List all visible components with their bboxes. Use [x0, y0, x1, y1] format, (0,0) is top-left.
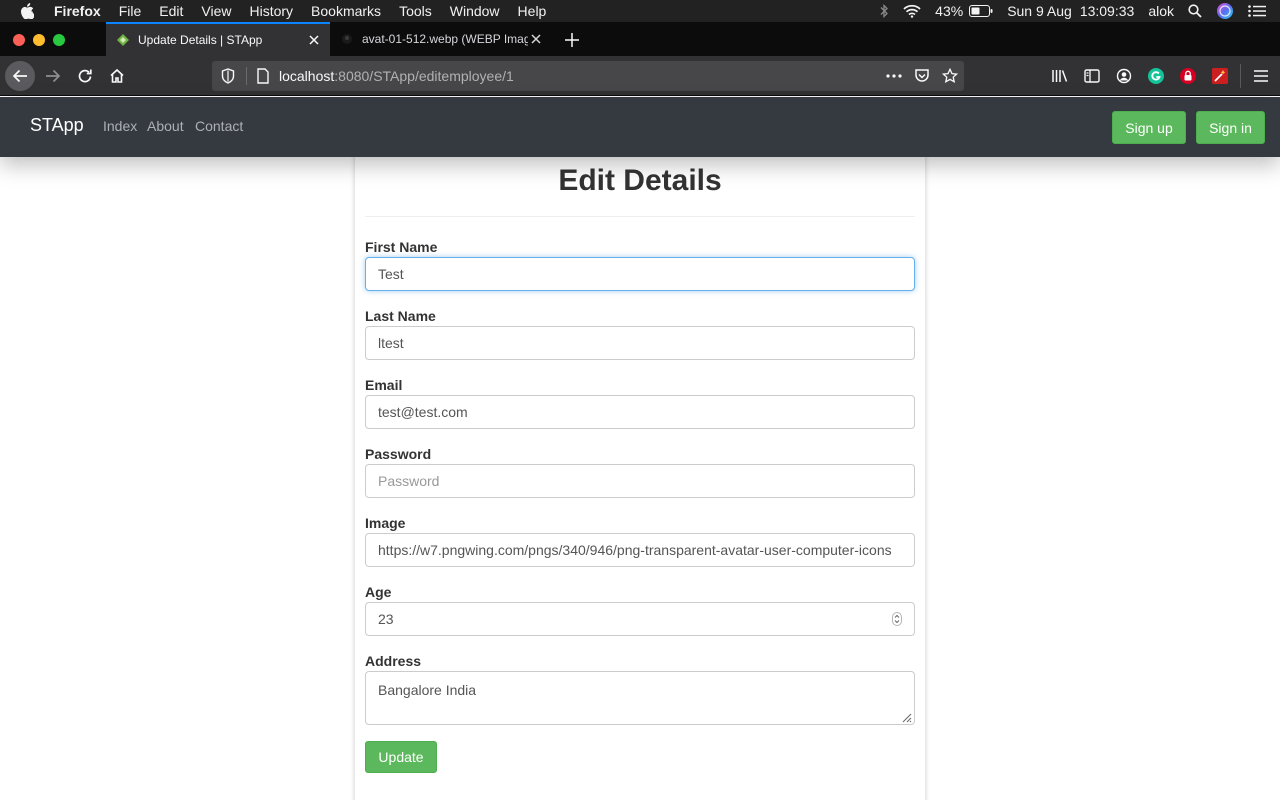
page-title: Edit Details — [558, 164, 722, 197]
nav-link-index[interactable]: Index — [103, 118, 137, 134]
age-value: 23 — [378, 611, 394, 627]
tab-close-icon[interactable] — [528, 31, 544, 47]
tracking-protection-shield-icon[interactable] — [220, 68, 236, 84]
page-actions-icon[interactable] — [886, 68, 902, 84]
menu-tools[interactable]: Tools — [399, 3, 432, 19]
site-favicon-icon — [116, 33, 130, 47]
menu-firefox[interactable]: Firefox — [54, 3, 101, 19]
menu-bookmarks[interactable]: Bookmarks — [311, 3, 381, 19]
bookmark-star-icon[interactable] — [942, 68, 958, 84]
toolbar-divider — [1240, 64, 1241, 88]
last-name-label: Last Name — [365, 308, 436, 324]
urlbar-divider — [246, 67, 247, 85]
menu-history[interactable]: History — [249, 3, 293, 19]
battery-percent: 43% — [935, 3, 964, 19]
tab-close-icon[interactable] — [306, 32, 322, 48]
window-close-button[interactable] — [13, 34, 25, 46]
reload-button[interactable] — [71, 62, 99, 90]
address-textarea[interactable]: Bangalore India — [365, 671, 915, 725]
menubar-date[interactable]: Sun 9 Aug — [1007, 3, 1072, 19]
back-button[interactable] — [5, 61, 35, 91]
update-button[interactable]: Update — [365, 741, 437, 773]
address-bar[interactable]: localhost:8080/STApp/editemployee/1 — [212, 61, 964, 91]
email-field[interactable]: test@test.com — [365, 395, 915, 429]
url-text[interactable]: localhost:8080/STApp/editemployee/1 — [279, 68, 514, 84]
sign-up-button[interactable]: Sign up — [1112, 111, 1186, 144]
account-icon[interactable] — [1110, 62, 1138, 90]
title-divider — [365, 216, 915, 217]
age-label: Age — [365, 584, 392, 600]
pocket-icon[interactable] — [914, 68, 930, 84]
number-stepper-icon[interactable] — [892, 612, 902, 626]
tab-update-details[interactable]: Update Details | STApp — [106, 22, 330, 56]
apple-logo-icon[interactable] — [20, 3, 36, 19]
site-navbar: STApp Index About Contact Sign up Sign i… — [0, 97, 1280, 157]
siri-icon[interactable] — [1216, 2, 1234, 20]
nav-link-about[interactable]: About — [147, 118, 184, 134]
url-path: :8080/STApp/editemployee/1 — [334, 68, 514, 84]
library-icon[interactable] — [1046, 62, 1074, 90]
hamburger-menu-icon[interactable] — [1247, 62, 1275, 90]
window-zoom-button[interactable] — [53, 34, 65, 46]
menu-view[interactable]: View — [201, 3, 231, 19]
address-value: Bangalore India — [378, 682, 477, 698]
resize-grip-icon[interactable] — [900, 710, 912, 723]
last-name-field[interactable]: ltest — [365, 326, 915, 360]
first-name-field[interactable]: Test — [365, 257, 915, 291]
menu-file[interactable]: File — [119, 3, 142, 19]
image-label: Image — [365, 515, 406, 531]
menu-window[interactable]: Window — [450, 3, 500, 19]
email-label: Email — [365, 377, 403, 393]
image-favicon-icon — [340, 32, 354, 46]
browser-toolbar: localhost:8080/STApp/editemployee/1 — [0, 56, 1280, 96]
password-field[interactable]: Password — [365, 464, 915, 498]
grammarly-icon[interactable] — [1142, 62, 1170, 90]
tab-title: avat-01-512.webp (WEBP Image — [362, 32, 528, 46]
url-host: localhost — [279, 68, 335, 84]
forward-button[interactable] — [39, 62, 67, 90]
notification-center-icon[interactable] — [1248, 5, 1266, 17]
magic-wand-extension-icon[interactable] — [1206, 62, 1234, 90]
edit-details-card: Edit Details First Name Test Last Name l… — [355, 150, 925, 800]
sidebar-icon[interactable] — [1078, 62, 1106, 90]
page-info-icon[interactable] — [255, 68, 271, 84]
window-minimize-button[interactable] — [33, 34, 45, 46]
lockwise-extension-icon[interactable] — [1174, 62, 1202, 90]
spotlight-search-icon[interactable] — [1188, 4, 1202, 18]
image-url-field[interactable]: https://w7.pngwing.com/pngs/340/946/png-… — [365, 533, 915, 567]
battery-icon[interactable] — [969, 5, 993, 17]
age-field[interactable]: 23 — [365, 602, 915, 636]
tab-webp-image[interactable]: avat-01-512.webp (WEBP Image — [330, 22, 552, 56]
menu-help[interactable]: Help — [518, 3, 547, 19]
browser-tabstrip: Update Details | STApp avat-01-512.webp … — [0, 22, 1280, 56]
bluetooth-icon[interactable] — [879, 4, 889, 18]
wifi-icon[interactable] — [903, 4, 921, 18]
home-button[interactable] — [103, 62, 131, 90]
menubar-time[interactable]: 13:09:33 — [1080, 3, 1135, 19]
first-name-label: First Name — [365, 239, 438, 255]
macos-menubar: Firefox File Edit View History Bookmarks… — [0, 0, 1280, 22]
sign-in-button[interactable]: Sign in — [1196, 111, 1265, 144]
menu-edit[interactable]: Edit — [159, 3, 183, 19]
address-label: Address — [365, 653, 422, 669]
menubar-user[interactable]: alok — [1148, 3, 1174, 19]
new-tab-icon[interactable] — [562, 30, 582, 50]
tab-title: Update Details | STApp — [138, 33, 263, 47]
nav-link-contact[interactable]: Contact — [195, 118, 243, 134]
site-brand[interactable]: STApp — [30, 115, 84, 136]
password-label: Password — [365, 446, 432, 462]
